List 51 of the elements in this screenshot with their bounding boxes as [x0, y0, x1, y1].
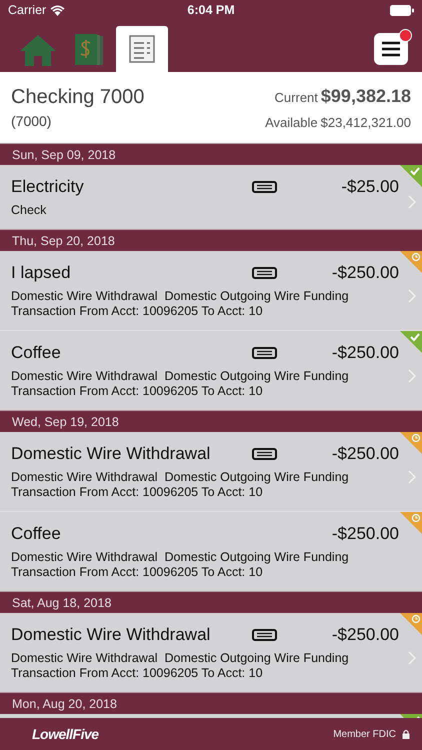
tab[interactable]	[116, 26, 168, 72]
transaction-title: Coffee	[11, 524, 62, 544]
date-header: Sat, Aug 18, 2018	[12, 596, 112, 610]
transaction-description: Domestic Wire Withdrawal Domestic Outgoing Wire Funding	[11, 550, 350, 565]
transaction-amount: -$250.00	[332, 524, 399, 544]
account-number: (7000)	[11, 113, 52, 129]
transaction-description: Transaction From Acct: 10096205 To Acct: 10	[11, 304, 264, 319]
transaction-row[interactable]: Coffee -$250.00 Domestic Wire Withdrawal Domestic Outgoing Wire Funding Transaction From Acct: 10096205 To Acct: 10	[0, 511, 422, 591]
transaction-title: Domestic Wire Withdrawal	[11, 444, 212, 464]
transaction-description: Transaction From Acct: 10096205 To Acct: 10	[11, 565, 264, 580]
transaction-amount: -$250.00	[332, 444, 399, 464]
transaction-description: Domestic Wire Withdrawal Domestic Outgoing Wire Funding	[11, 470, 350, 485]
transaction-description: Check	[11, 203, 48, 218]
menu-icon	[381, 41, 401, 57]
carrier-label: Carrier	[8, 3, 46, 17]
transaction-description: Domestic Wire Withdrawal Domestic Outgoing Wire Funding	[11, 651, 350, 666]
transaction-row[interactable]: Domestic Wire Withdrawal -$250.00 Domestic Wire Withdrawal Domestic Outgoing Wire Funding Transaction From Acct: 10096205 To Acct: 10	[0, 432, 422, 511]
current-balance: $99,382.18	[320, 86, 411, 106]
transaction-description: Domestic Wire Withdrawal Domestic Outgoing Wire Funding	[11, 369, 350, 384]
date-header: Mon, Aug 20, 2018	[12, 696, 117, 710]
wifi-icon	[50, 4, 66, 16]
transaction-row[interactable]: Coffee -$250.00 Domestic Wire Withdrawal Domestic Outgoing Wire Funding Transaction From Acct: 10096205 To Acct: 10	[0, 330, 422, 410]
logo: LowellFive	[32, 726, 99, 742]
transaction-description: Transaction From Acct: 10096205 To Acct: 10	[11, 666, 264, 681]
document-icon	[129, 35, 155, 63]
transaction-title: I lapsed	[11, 263, 72, 283]
transaction-description: Transaction From Acct: 10096205 To Acct: 10	[11, 485, 264, 500]
transaction-amount: -$250.00	[332, 343, 399, 363]
transaction-title: Domestic Wire Withdrawal	[11, 625, 212, 645]
transaction-row[interactable]: Electricity -$25.00 Check	[0, 165, 422, 229]
transaction-amount: -$250.00	[332, 625, 399, 645]
date-header: Wed, Sep 19, 2018	[12, 414, 119, 428]
member-fdic-label: Member FDIC	[333, 728, 396, 740]
transaction-title: Coffee	[11, 343, 62, 363]
lock-icon	[402, 729, 410, 739]
transaction-description: Transaction From Acct: 10096205 To Acct: 10	[11, 384, 264, 399]
date-header: Sun, Sep 09, 2018	[12, 148, 116, 162]
available-balance: $23,412,321.00	[320, 114, 411, 130]
battery-icon	[390, 4, 414, 16]
transaction-amount: -$250.00	[332, 263, 399, 283]
transaction-description: Domestic Wire Withdrawal Domestic Outgoing Wire Funding	[11, 289, 350, 304]
date-header: Thu, Sep 20, 2018	[12, 234, 115, 248]
transaction-row[interactable]: I lapsed -$250.00 Domestic Wire Withdrawal Domestic Outgoing Wire Funding Transaction From Acct: 10096205 To Acct: 10	[0, 251, 422, 330]
house-icon	[18, 33, 58, 67]
clock-time: 6:04 PM	[187, 3, 235, 17]
transaction-title: Electricity	[11, 177, 85, 197]
current-label: Current	[274, 90, 318, 104]
account-name: Checking 7000	[11, 86, 144, 109]
transaction-amount: -$25.00	[341, 177, 399, 197]
available-label: Available	[265, 114, 318, 130]
transaction-row[interactable]: Domestic Wire Withdrawal -$250.00 Domestic Wire Withdrawal Domestic Outgoing Wire Funding Transaction From Acct: 10096205 To Acct: 10	[0, 613, 422, 692]
